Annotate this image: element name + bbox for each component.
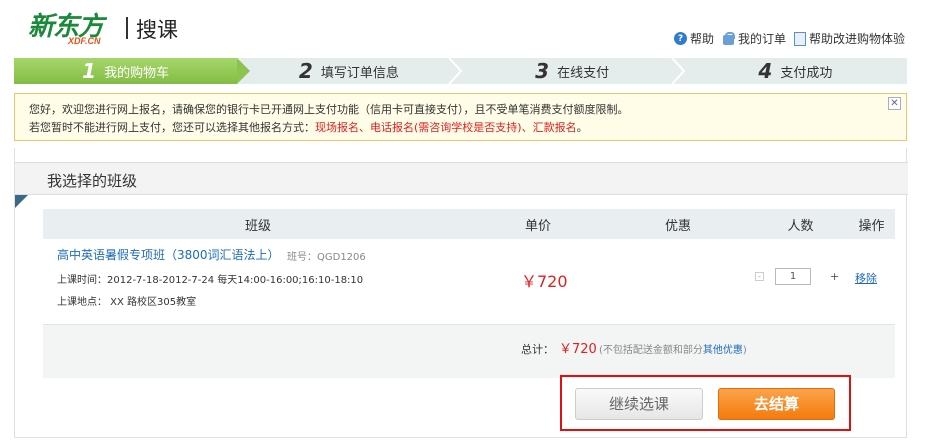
help-icon: ? bbox=[673, 32, 687, 45]
step-label: 填写订单信息 bbox=[320, 65, 399, 81]
class-number: 班号：QGD1206 bbox=[287, 252, 366, 263]
step-number: 2 bbox=[298, 59, 313, 83]
unit-price: ￥720 bbox=[521, 272, 568, 291]
step-cart: 1 我的购物车 bbox=[14, 58, 251, 84]
cart-table: 班级 单价 优惠 人数 操作 高中英语暑假专项班（3800词汇语法上） 班号：Q… bbox=[43, 209, 895, 378]
total-note-suffix: ) bbox=[742, 345, 747, 356]
column-discount: 优惠 bbox=[664, 218, 691, 234]
total-value: ￥720 bbox=[559, 342, 597, 357]
feedback-link[interactable]: 帮助改进购物体验 bbox=[793, 30, 905, 47]
total-note-prefix: (不包括配送金额和部分 bbox=[599, 345, 703, 356]
corner-fold-icon bbox=[15, 195, 28, 208]
quantity-input[interactable]: 1 bbox=[775, 268, 811, 285]
course-title-link[interactable]: 高中英语暑假专项班（3800词汇语法上） bbox=[57, 246, 280, 263]
column-class: 班级 bbox=[244, 218, 271, 234]
alternative-signup-methods[interactable]: 现场报名、电话报名(需咨询学校是否支持)、汇款报名 bbox=[315, 121, 577, 134]
logo-divider bbox=[126, 17, 128, 39]
other-discounts-link[interactable]: 其他优惠 bbox=[703, 345, 743, 356]
checkout-button[interactable]: 去结算 bbox=[718, 388, 835, 420]
quantity-increase-button[interactable]: + bbox=[830, 270, 839, 283]
table-row: 高中英语暑假专项班（3800词汇语法上） 班号：QGD1206 上课时间：201… bbox=[43, 239, 895, 324]
step-arrow-icon bbox=[671, 58, 685, 84]
panel-title: 我选择的班级 bbox=[47, 172, 138, 190]
total-row: 总计： ￥720 (不包括配送金额和部分其他优惠) bbox=[43, 324, 895, 378]
feedback-label: 帮助改进购物体验 bbox=[808, 32, 905, 46]
step-success: 4 支付成功 bbox=[684, 58, 907, 84]
course-place: 上课地点： XX 路校区305教室 bbox=[57, 297, 197, 308]
help-link-label: 帮助 bbox=[689, 32, 714, 46]
step-number: 1 bbox=[82, 59, 97, 83]
course-time: 上课时间：2012-7-18-2012-7-24 每天14:00-16:00;1… bbox=[57, 275, 364, 286]
logo-domain: XDF.CN bbox=[68, 36, 101, 46]
step-label: 在线支付 bbox=[557, 65, 610, 81]
close-icon[interactable]: ✕ bbox=[888, 97, 901, 110]
my-orders-link[interactable]: 我的订单 bbox=[722, 30, 786, 47]
step-label: 我的购物车 bbox=[104, 65, 170, 81]
column-quantity: 人数 bbox=[787, 218, 814, 234]
notice-line-2-prefix: 若您暂时不能进行网上支付，您还可以选择其他报名方式： bbox=[29, 121, 315, 134]
help-link[interactable]: ? 帮助 bbox=[673, 30, 714, 47]
xdf-logo[interactable]: 新东方 XDF.CN bbox=[28, 6, 128, 48]
site-name: 搜课 bbox=[136, 18, 178, 42]
step-order-info: 2 填写订单信息 bbox=[237, 58, 462, 84]
step-arrow-icon bbox=[447, 58, 462, 84]
column-actions: 操作 bbox=[858, 218, 885, 234]
step-label: 支付成功 bbox=[780, 65, 833, 81]
notice-line-1: 您好，欢迎您进行网上报名，请确保您的银行卡已开通网上支付功能（信用卡可直接支付）… bbox=[29, 103, 629, 116]
quantity-decrease-button[interactable]: - bbox=[755, 272, 764, 281]
panel-header: 我选择的班级 bbox=[15, 162, 908, 195]
total-label: 总计： bbox=[521, 343, 554, 356]
column-price: 单价 bbox=[524, 218, 551, 234]
step-number: 4 bbox=[758, 59, 773, 83]
step-payment: 3 在线支付 bbox=[461, 58, 685, 84]
table-header: 班级 单价 优惠 人数 操作 bbox=[43, 209, 895, 239]
continue-selecting-button[interactable]: 继续选课 bbox=[575, 388, 703, 420]
payment-notice: 您好，欢迎您进行网上报名，请确保您的银行卡已开通网上支付功能（信用卡可直接支付）… bbox=[14, 93, 907, 141]
shopping-bag-icon bbox=[722, 31, 735, 46]
notice-line-2-suffix: 。 bbox=[576, 121, 588, 134]
document-icon bbox=[793, 31, 806, 46]
my-orders-label: 我的订单 bbox=[737, 32, 786, 46]
top-links: ? 帮助 我的订单 帮助改进购物体验 bbox=[673, 30, 905, 47]
notice-line-2: 若您暂时不能进行网上支付，您还可以选择其他报名方式：现场报名、电话报名(需咨询学… bbox=[29, 119, 892, 137]
total-note: (不包括配送金额和部分其他优惠) bbox=[599, 341, 747, 356]
step-number: 3 bbox=[535, 59, 550, 83]
checkout-steps: 1 我的购物车 2 填写订单信息 3 在线支付 4 支付成功 bbox=[14, 58, 907, 84]
remove-link[interactable]: 移除 bbox=[855, 270, 877, 286]
